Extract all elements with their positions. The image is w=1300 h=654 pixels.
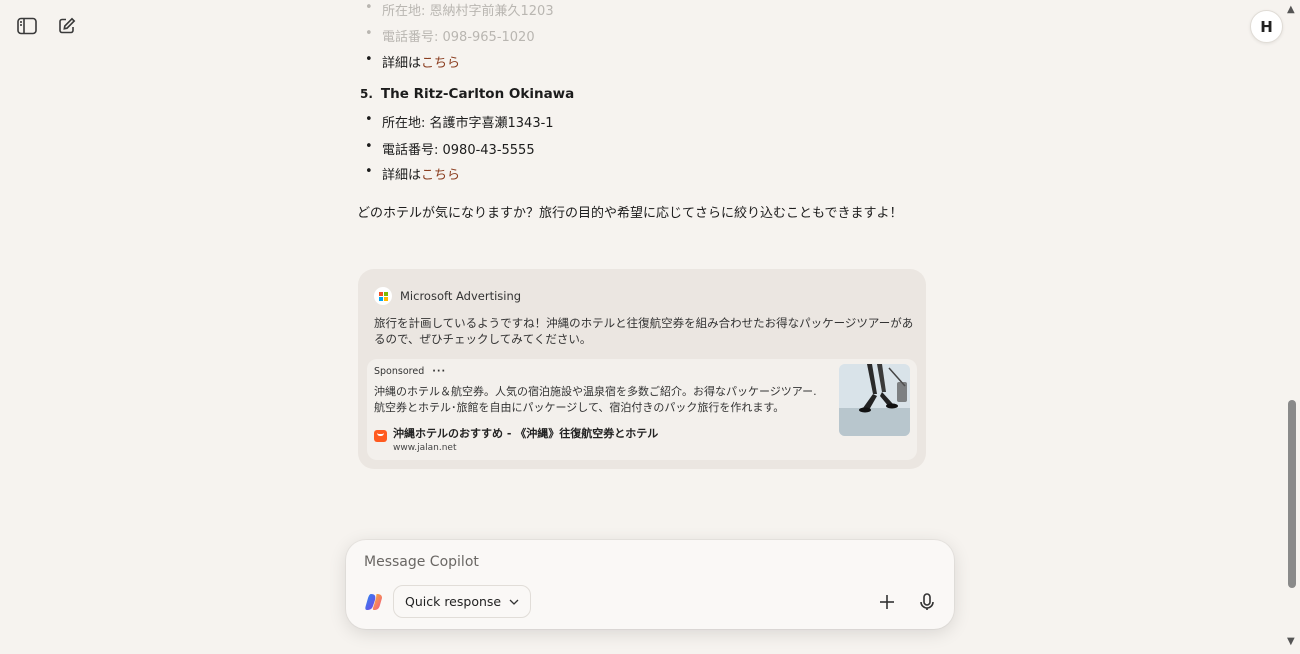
sponsored-result[interactable]: Sponsored ··· 沖縄のホテル＆航空券。人気の宿泊施設や温泉宿を多数ご… bbox=[367, 359, 917, 460]
ad-intro-text: 旅行を計画しているようですね！沖縄のホテルと往復航空券を組み合わせたお得なパッケ… bbox=[374, 316, 914, 346]
page-scrollbar[interactable]: ▲ ▼ bbox=[1284, 0, 1300, 654]
copilot-logo-icon bbox=[364, 592, 384, 612]
scroll-down-arrow-icon[interactable]: ▼ bbox=[1287, 636, 1295, 647]
hotel5-title: 5. The Ritz-Carlton Okinawa bbox=[360, 86, 574, 102]
add-attachment-icon[interactable] bbox=[876, 591, 898, 613]
ad-link-row[interactable]: 沖縄ホテルのおすすめ - 《沖縄》往復航空券とホテル www.jalan.net bbox=[374, 425, 658, 453]
hotel5-details: 詳細はこちら bbox=[365, 164, 460, 183]
details-prefix: 詳細は bbox=[382, 168, 422, 183]
hotel4-details-link[interactable]: こちら bbox=[421, 56, 460, 71]
response-mode-label: Quick response bbox=[405, 594, 502, 609]
scrollbar-thumb[interactable] bbox=[1288, 400, 1296, 588]
hotel5-phone: 電話番号: 0980-43-5555 bbox=[365, 139, 535, 158]
ad-source: Microsoft Advertising bbox=[400, 289, 522, 303]
jalan-favicon-icon bbox=[374, 430, 387, 442]
message-input[interactable] bbox=[364, 554, 844, 570]
hotel4-details: 詳細はこちら bbox=[365, 52, 460, 71]
chevron-down-icon bbox=[509, 599, 519, 605]
ad-card: Microsoft Advertising 旅行を計画しているようですね！沖縄の… bbox=[358, 269, 926, 469]
response-mode-dropdown[interactable]: Quick response bbox=[393, 585, 532, 618]
details-prefix: 詳細は bbox=[382, 56, 422, 71]
hotel4-phone: 電話番号: 098-965-1020 bbox=[365, 26, 535, 45]
scroll-up-arrow-icon[interactable]: ▲ bbox=[1287, 4, 1295, 15]
sponsored-header: Sponsored ··· bbox=[374, 366, 446, 377]
message-composer: Quick response bbox=[346, 540, 954, 629]
microsoft-logo-icon bbox=[374, 287, 392, 305]
ad-header: Microsoft Advertising bbox=[374, 287, 521, 305]
user-avatar[interactable]: H bbox=[1250, 10, 1283, 43]
ad-title-link[interactable]: 沖縄ホテルのおすすめ - 《沖縄》往復航空券とホテル bbox=[393, 425, 658, 441]
ad-url: www.jalan.net bbox=[393, 443, 457, 453]
sponsored-label: Sponsored bbox=[374, 366, 425, 377]
ad-description: 沖縄のホテル＆航空券。人気の宿泊施設や温泉宿を多数ご紹介。お得なパッケージツアー… bbox=[374, 385, 817, 414]
hotel5-details-link[interactable]: こちら bbox=[421, 168, 460, 183]
hotel4-address: 所在地: 恩納村字前兼久1203 bbox=[365, 0, 554, 19]
ad-thumbnail-image[interactable] bbox=[839, 364, 910, 436]
hotel5-address: 所在地: 名護市字喜瀬1343-1 bbox=[365, 112, 554, 131]
microphone-icon[interactable] bbox=[916, 591, 938, 613]
more-options-icon[interactable]: ··· bbox=[432, 366, 446, 377]
top-toolbar bbox=[14, 14, 80, 38]
closing-text: どのホテルが気になりますか？旅行の目的や希望に応じてさらに絞り込むこともできます… bbox=[357, 206, 903, 221]
hotel5-number: 5. bbox=[360, 87, 373, 101]
new-chat-icon[interactable] bbox=[54, 14, 80, 38]
sidebar-toggle-icon[interactable] bbox=[14, 14, 40, 38]
hotel5-name: The Ritz-Carlton Okinawa bbox=[380, 86, 575, 102]
